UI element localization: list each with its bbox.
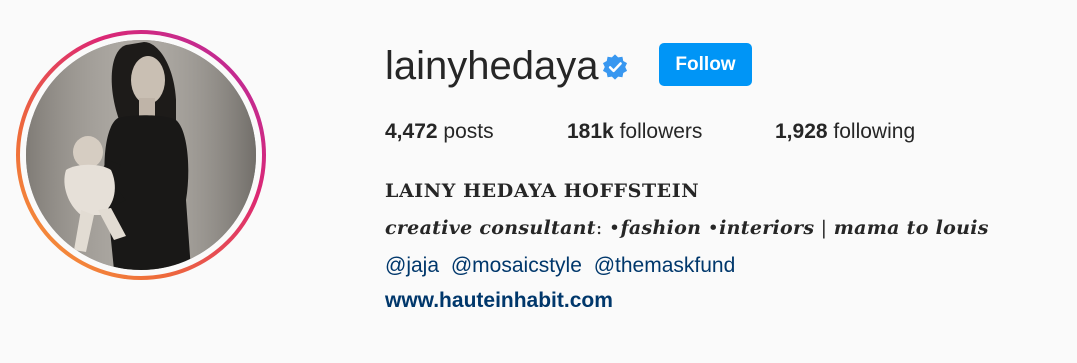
followers-label: followers (619, 120, 703, 143)
bio-line: creative consultant: •fashion •interiors… (385, 217, 989, 239)
posts-count: 4,472 (385, 120, 438, 143)
bio-interiors: interiors (719, 217, 815, 239)
profile-avatar-ring[interactable] (16, 30, 266, 280)
followers-count: 181k (567, 120, 614, 143)
bio-separator: • (701, 217, 720, 239)
followers-stat[interactable]: 181k followers (567, 118, 702, 146)
following-stat[interactable]: 1,928 following (775, 118, 915, 146)
bio-role: creative consultant (385, 217, 596, 239)
website-link[interactable]: www.hauteinhabit.com (385, 289, 613, 313)
bio-fashion: fashion (620, 217, 702, 239)
profile-username: lainyhedaya (385, 44, 599, 88)
following-count: 1,928 (775, 120, 828, 143)
profile-full-name: LAINY HEDAYA HOFFSTEIN (385, 180, 700, 202)
verified-badge-icon (602, 54, 628, 80)
mention-link[interactable]: @mosaicstyle (451, 254, 582, 277)
avatar[interactable] (26, 40, 256, 270)
posts-label: posts (443, 120, 494, 143)
bio-separator: | (814, 217, 834, 239)
mention-link[interactable]: @jaja (385, 254, 439, 277)
follow-button[interactable]: Follow (659, 43, 752, 86)
mention-link[interactable]: @themaskfund (594, 254, 736, 277)
bio-separator: : • (595, 217, 621, 239)
posts-stat: 4,472 posts (385, 118, 494, 146)
following-label: following (833, 120, 916, 143)
bio-mentions: @jaja @mosaicstyle @themaskfund (385, 254, 741, 278)
bio-mama: mama to louis (833, 217, 989, 239)
avatar-photo-illustration (26, 40, 256, 270)
